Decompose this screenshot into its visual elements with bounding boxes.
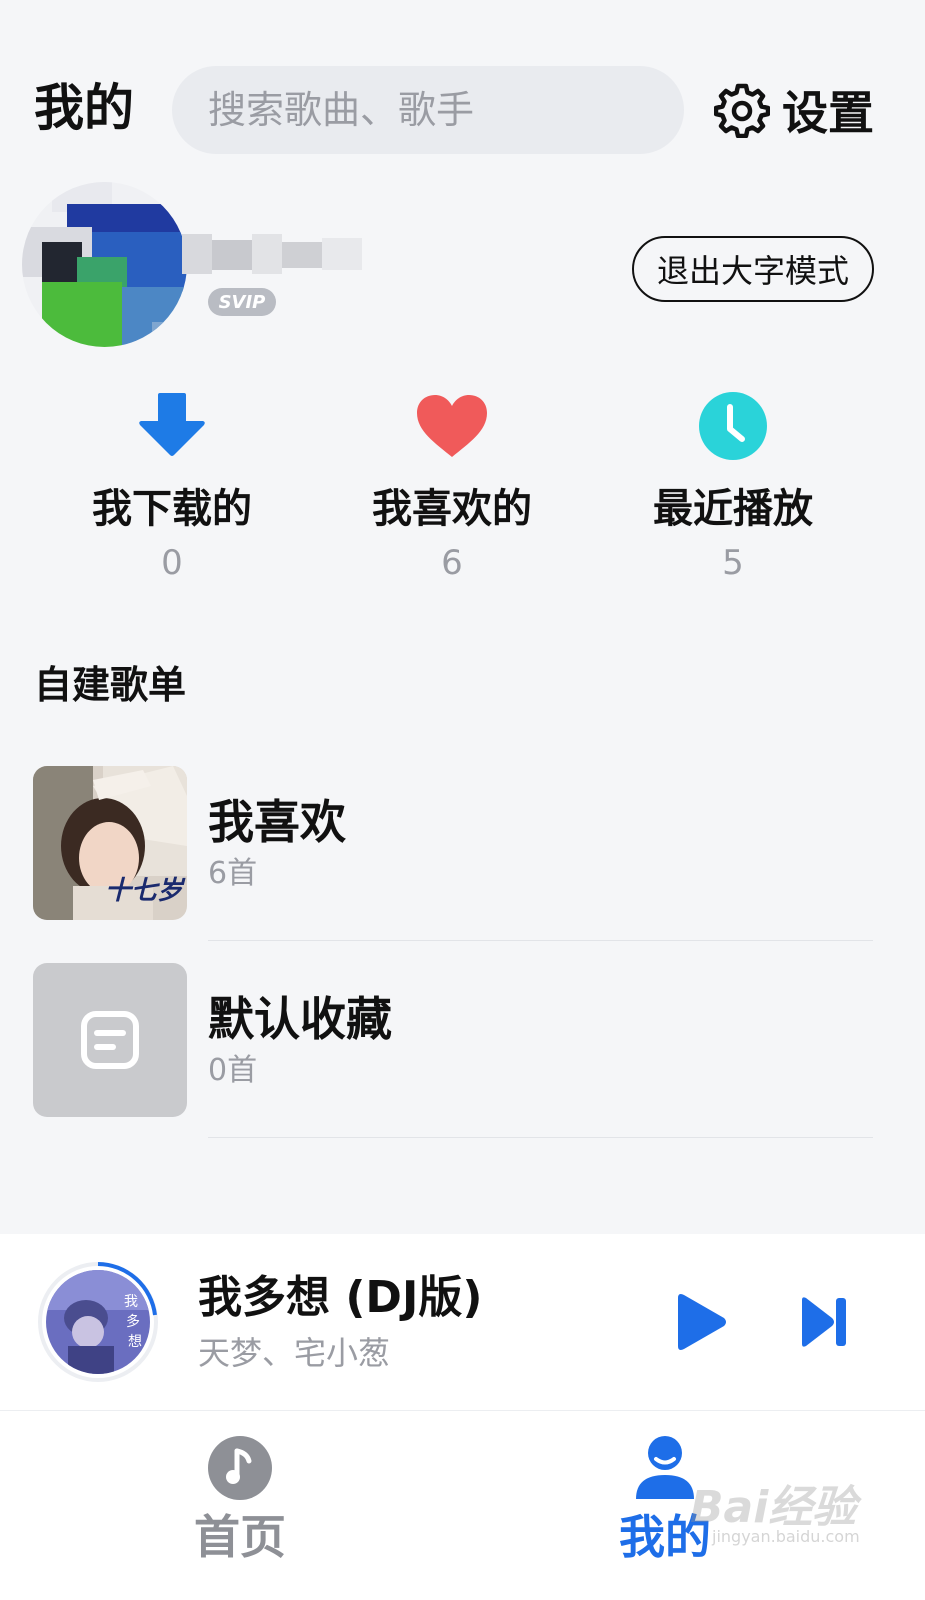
play-icon[interactable] <box>670 1292 730 1352</box>
playlist-cover <box>33 963 187 1117</box>
playlist-item-default[interactable]: 默认收藏 0首 <box>0 963 925 1138</box>
svg-text:多: 多 <box>126 1313 140 1330</box>
heart-icon <box>417 395 487 457</box>
tab-label: 首页 <box>194 1510 286 1564</box>
download-arrow-icon <box>139 393 205 456</box>
settings-button[interactable]: 设置 <box>714 78 874 142</box>
search-input[interactable] <box>206 87 650 133</box>
stat-recent[interactable]: 最近播放 5 <box>633 388 833 584</box>
svg-text:想: 想 <box>128 1334 142 1350</box>
playlist-name: 默认收藏 <box>208 992 392 1046</box>
song-artist: 天梦、宅小葱 <box>198 1334 391 1372</box>
stat-count: 5 <box>722 543 744 583</box>
stat-count: 0 <box>161 543 183 583</box>
music-note-icon <box>208 1436 272 1500</box>
divider <box>208 940 873 941</box>
stat-label: 我喜欢的 <box>372 486 532 532</box>
stat-label: 我下载的 <box>92 486 252 532</box>
watermark: Bai经验 <box>690 1482 857 1533</box>
playlist-cover: 十七岁 <box>33 766 187 920</box>
cover-title: 十七岁 <box>105 876 184 906</box>
song-title: 我多想 (DJ版) <box>198 1272 483 1323</box>
next-track-icon[interactable] <box>796 1294 852 1350</box>
now-playing-bar[interactable]: 我 多 想 我多想 (DJ版) 天梦、宅小葱 <box>0 1234 925 1410</box>
avatar[interactable] <box>22 182 187 347</box>
playlist-placeholder-icon <box>81 1011 139 1069</box>
playlist-count: 0首 <box>208 1053 258 1088</box>
divider <box>208 1137 873 1138</box>
person-icon <box>636 1436 694 1499</box>
tab-home[interactable]: 首页 <box>165 1435 315 1565</box>
album-art[interactable]: 我 多 想 <box>46 1270 150 1374</box>
svg-text:我: 我 <box>124 1294 138 1310</box>
section-title: 自建歌单 <box>34 663 187 707</box>
settings-label: 设置 <box>782 86 874 140</box>
username-blurred <box>182 234 362 274</box>
clock-icon <box>699 392 767 460</box>
watermark-url: jingyan.baidu.com <box>712 1527 860 1546</box>
page-title: 我的 <box>34 79 134 137</box>
stat-count: 6 <box>441 543 463 583</box>
stat-favorites[interactable]: 我喜欢的 6 <box>352 388 552 584</box>
stat-downloads[interactable]: 我下载的 0 <box>72 388 272 584</box>
playlist-name: 我喜欢 <box>208 795 346 849</box>
playlist-item-liked[interactable]: 十七岁 我喜欢 6首 <box>0 766 925 941</box>
stat-label: 最近播放 <box>653 486 813 532</box>
playlist-count: 6首 <box>208 856 258 891</box>
search-bar[interactable] <box>172 66 684 154</box>
svip-badge: SVIP <box>208 288 276 316</box>
gear-icon <box>714 83 770 138</box>
tab-bar: 首页 我的 Bai经验 jingyan.baidu.com <box>0 1410 925 1600</box>
exit-large-font-button[interactable]: 退出大字模式 <box>632 236 874 302</box>
